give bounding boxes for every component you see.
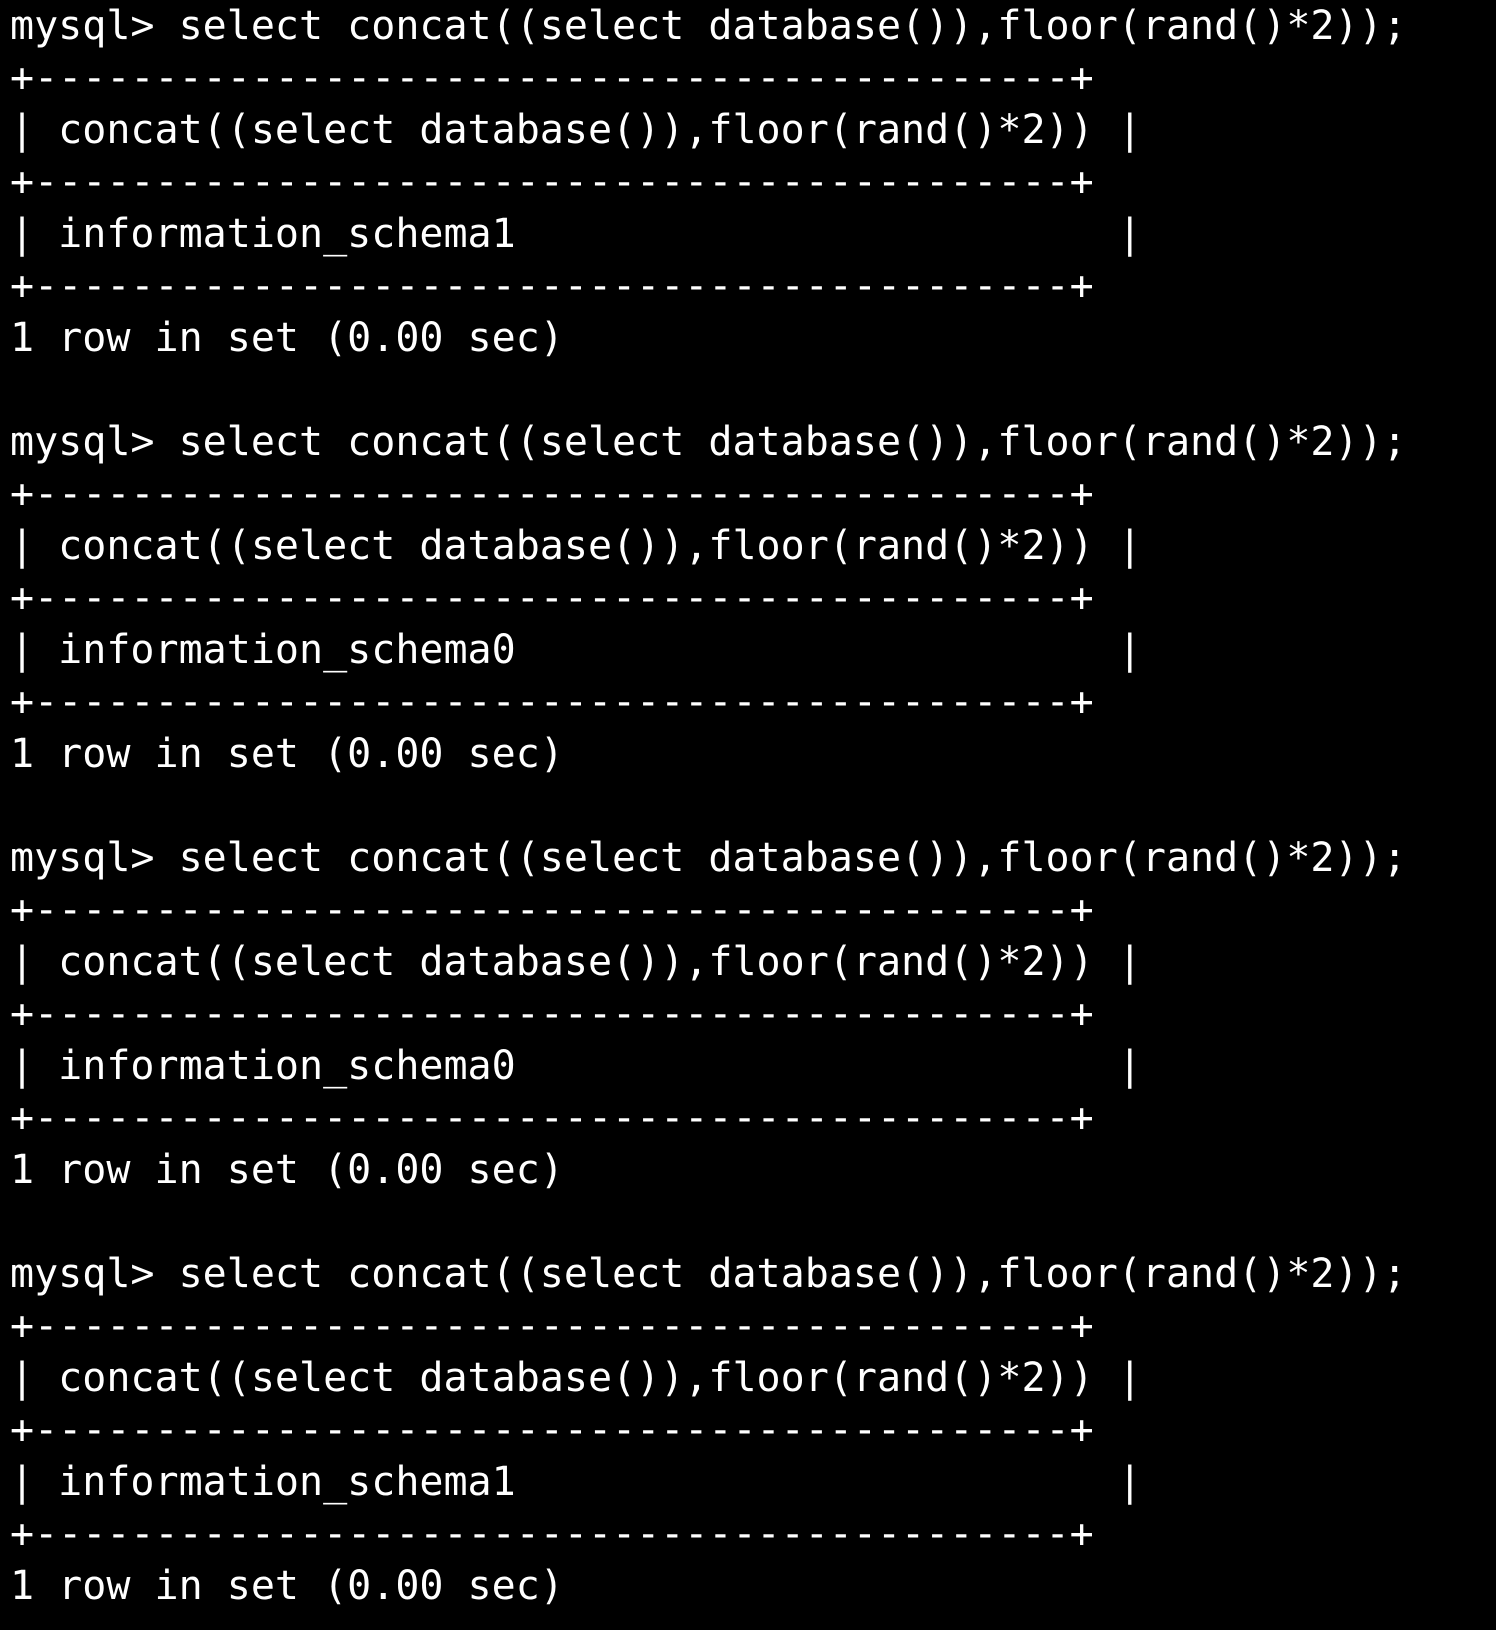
result-summary: 1 row in set (0.00 sec) [10, 1147, 564, 1193]
table-border-middle: +---------------------------------------… [10, 1407, 1094, 1453]
table-border-top: +---------------------------------------… [10, 887, 1094, 933]
table-header-row: | concat((select database()),floor(rand(… [10, 523, 1142, 569]
table-header-row: | concat((select database()),floor(rand(… [10, 107, 1142, 153]
table-border-top: +---------------------------------------… [10, 55, 1094, 101]
table-border-middle: +---------------------------------------… [10, 159, 1094, 205]
table-border-middle: +---------------------------------------… [10, 991, 1094, 1037]
table-border-top: +---------------------------------------… [10, 471, 1094, 517]
table-value-row: | information_schema0 | [10, 1043, 1142, 1089]
command-prompt-line: mysql> select concat((select database())… [10, 1251, 1407, 1297]
result-summary: 1 row in set (0.00 sec) [10, 1563, 564, 1609]
result-summary: 1 row in set (0.00 sec) [10, 731, 564, 777]
result-summary: 1 row in set (0.00 sec) [10, 315, 564, 361]
table-border-bottom: +---------------------------------------… [10, 1511, 1094, 1557]
table-border-bottom: +---------------------------------------… [10, 1095, 1094, 1141]
command-prompt-line: mysql> select concat((select database())… [10, 835, 1407, 881]
table-header-row: | concat((select database()),floor(rand(… [10, 1355, 1142, 1401]
table-border-middle: +---------------------------------------… [10, 575, 1094, 621]
table-header-row: | concat((select database()),floor(rand(… [10, 939, 1142, 985]
terminal-window[interactable]: mysql> select concat((select database())… [10, 0, 1490, 1630]
query-block: mysql> select concat((select database())… [10, 1248, 1490, 1630]
command-prompt-line: mysql> select concat((select database())… [10, 419, 1407, 465]
table-border-bottom: +---------------------------------------… [10, 263, 1094, 309]
table-border-top: +---------------------------------------… [10, 1303, 1094, 1349]
table-border-bottom: +---------------------------------------… [10, 679, 1094, 725]
query-block: mysql> select concat((select database())… [10, 416, 1490, 832]
table-value-row: | information_schema1 | [10, 211, 1142, 257]
query-block: mysql> select concat((select database())… [10, 0, 1490, 416]
table-value-row: | information_schema1 | [10, 1459, 1142, 1505]
table-value-row: | information_schema0 | [10, 627, 1142, 673]
query-block: mysql> select concat((select database())… [10, 832, 1490, 1248]
command-prompt-line: mysql> select concat((select database())… [10, 3, 1407, 49]
